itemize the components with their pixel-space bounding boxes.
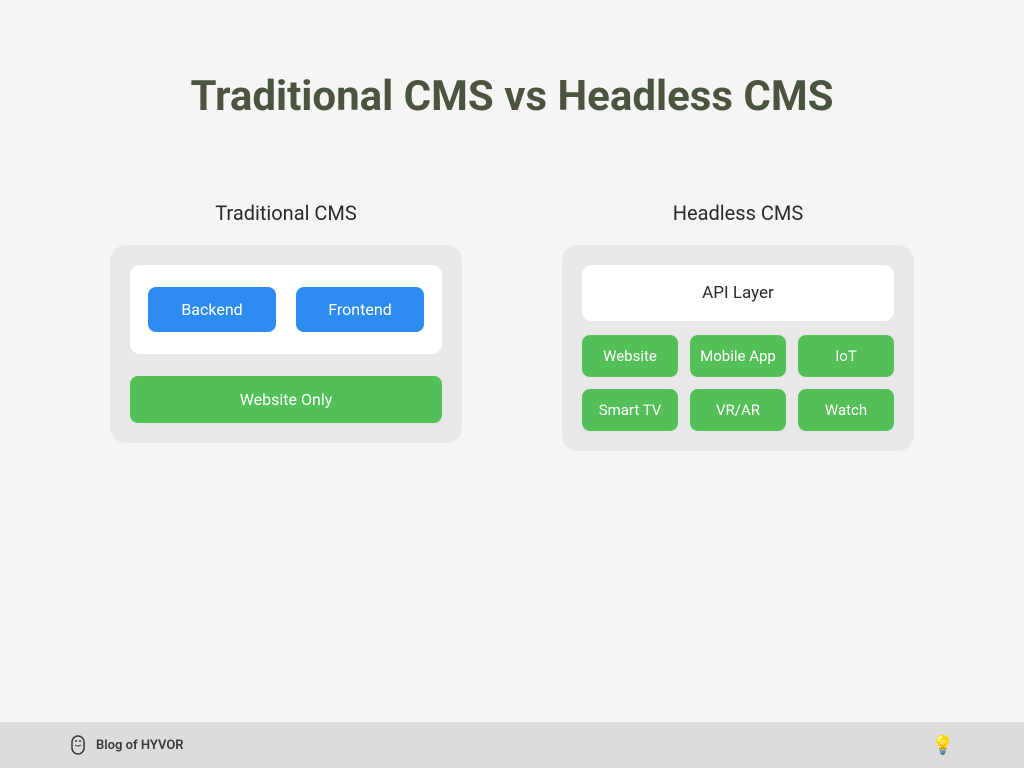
target-vr-ar: VR/AR [690, 389, 786, 431]
api-layer-box: API Layer [582, 265, 894, 321]
frontend-pill: Frontend [296, 287, 424, 332]
headless-heading: Headless CMS [673, 201, 803, 225]
lightbulb-icon: 💡 [932, 735, 954, 756]
headless-panel: Headless CMS API Layer Website Mobile Ap… [562, 201, 914, 451]
traditional-white-box: Backend Frontend [130, 265, 442, 354]
brand-icon [70, 735, 86, 755]
headless-box: API Layer Website Mobile App IoT Smart T… [562, 245, 914, 451]
target-website: Website [582, 335, 678, 377]
panels-container: Traditional CMS Backend Frontend Website… [0, 121, 1024, 451]
traditional-heading: Traditional CMS [215, 201, 357, 225]
main-title: Traditional CMS vs Headless CMS [0, 0, 1024, 121]
traditional-panel: Traditional CMS Backend Frontend Website… [110, 201, 462, 451]
target-iot: IoT [798, 335, 894, 377]
target-watch: Watch [798, 389, 894, 431]
website-only-pill: Website Only [130, 376, 442, 423]
footer-left: Blog of HYVOR [70, 735, 184, 755]
footer-brand-text: Blog of HYVOR [96, 738, 184, 753]
backend-pill: Backend [148, 287, 276, 332]
target-mobile-app: Mobile App [690, 335, 786, 377]
targets-grid: Website Mobile App IoT Smart TV VR/AR Wa… [582, 335, 894, 431]
footer: Blog of HYVOR 💡 [0, 722, 1024, 768]
target-smart-tv: Smart TV [582, 389, 678, 431]
traditional-box: Backend Frontend Website Only [110, 245, 462, 443]
